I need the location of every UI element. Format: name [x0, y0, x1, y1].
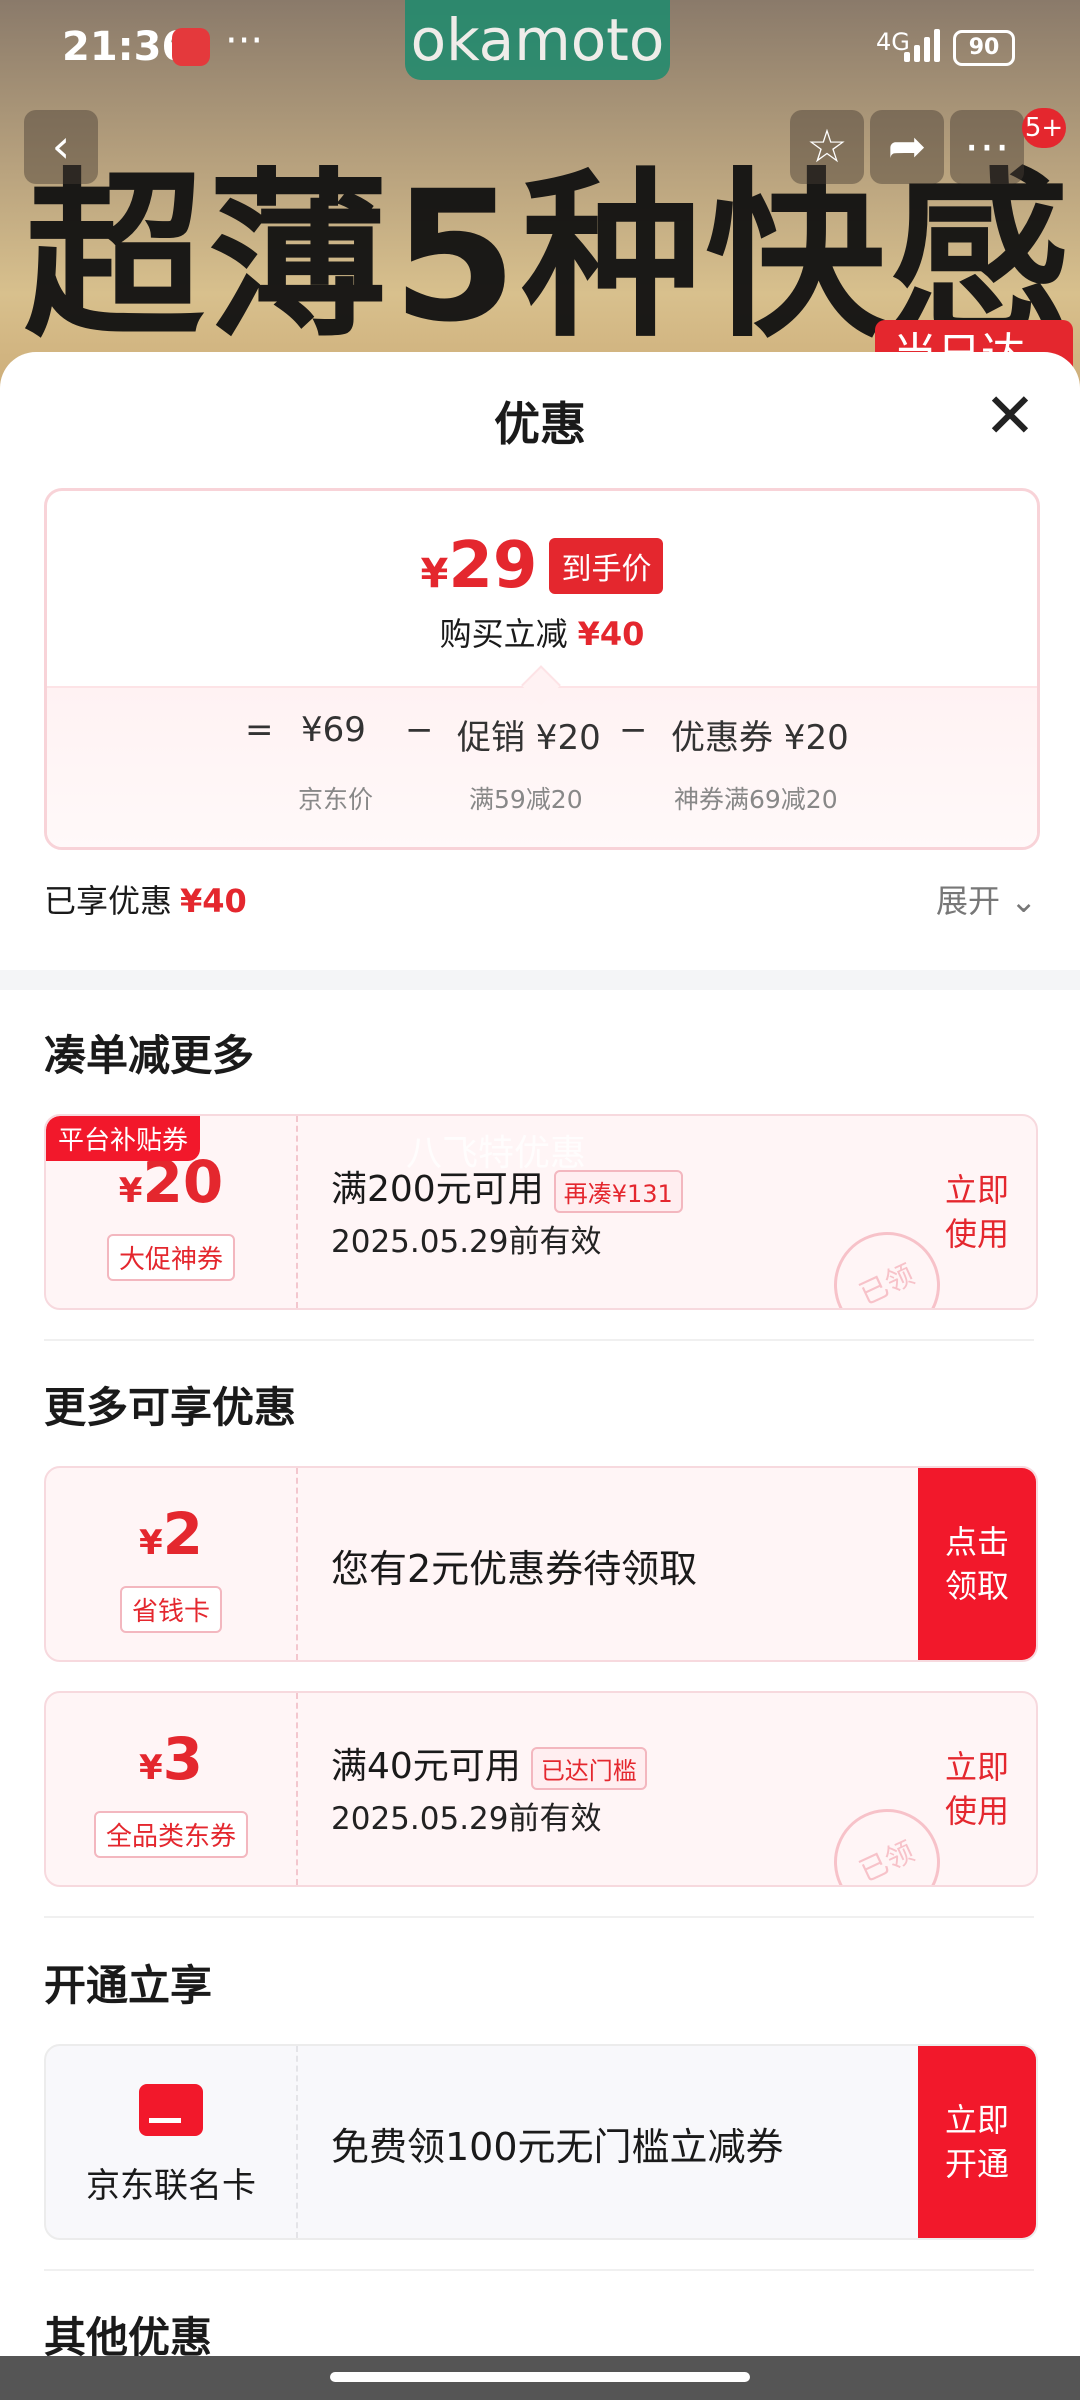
coupon-description: 您有2元优惠券待领取	[331, 1547, 698, 1591]
jd-card-label: 京东联名卡	[86, 2166, 256, 2206]
final-price-tag: 到手价	[549, 538, 664, 594]
jd-card-description: 免费领100元无门槛立减券	[331, 2125, 784, 2169]
coupon-amount: 3	[162, 1725, 204, 1793]
enjoyed-discount: 已享优惠 ¥40	[44, 882, 247, 920]
instant-reduce-amount: ¥40	[577, 615, 645, 653]
back-icon[interactable]: ‹	[24, 110, 98, 184]
home-indicator[interactable]	[330, 2372, 750, 2382]
gesture-bar	[0, 2356, 1080, 2400]
favorite-icon[interactable]: ☆	[790, 110, 864, 184]
coupon-discount: 优惠券 ¥20	[671, 718, 849, 758]
status-time: 21:36	[62, 24, 190, 70]
final-price: ¥29 到手价	[47, 529, 1037, 603]
price-breakdown-card: ¥29 到手价 购买立减 ¥40 = ¥69 京东价 − 促销 ¥20 满59减20…	[44, 488, 1040, 850]
expand-button[interactable]: 展开 ⌄	[936, 876, 1037, 922]
open-now-button[interactable]: 立即 开通	[918, 2046, 1036, 2238]
separator	[44, 1916, 1034, 1918]
jd-co-brand-card[interactable]: 京东联名卡 免费领100元无门槛立减券 立即 开通	[44, 2044, 1038, 2240]
coupon-chip: 再凑¥131	[553, 1169, 683, 1213]
use-now-button[interactable]: 立即 使用	[918, 1693, 1036, 1885]
battery-icon: 90	[953, 30, 1015, 66]
coupon-condition: 满200元可用 再凑¥131	[331, 1160, 683, 1213]
chevron-down-icon: ⌄	[1000, 882, 1037, 920]
promo-discount: 促销 ¥20	[457, 718, 601, 758]
status-bar: 21:36 ··· 4G 90	[0, 0, 1080, 96]
coupon-amount: 2	[162, 1500, 204, 1568]
signal-icon	[904, 28, 942, 62]
promo-label: 满59减20	[469, 785, 583, 814]
cart-count-badge: 5+	[1022, 108, 1066, 148]
more-icon[interactable]: ⋯	[950, 110, 1024, 184]
coupon-validity: 2025.05.29前有效	[331, 1224, 602, 1260]
coupon-card-saving-card[interactable]: ¥2 省钱卡 您有2元优惠券待领取 点击 领取	[44, 1466, 1038, 1662]
minus-sign: −	[405, 710, 434, 750]
share-icon[interactable]: ➦	[870, 110, 944, 184]
separator	[44, 2269, 1034, 2271]
coupon-card-all-category[interactable]: ¥3 全品类东券 满40元可用 已达门槛 2025.05.29前有效 已领 立即使…	[44, 1691, 1038, 1887]
jd-price-label: 京东价	[298, 785, 374, 814]
section-divider	[0, 970, 1080, 990]
sheet-title: 优惠	[494, 397, 586, 451]
more-notifications-icon: ···	[225, 18, 264, 64]
coupon-type-label: 全品类东券	[93, 1811, 249, 1858]
jd-price: ¥69	[301, 710, 366, 750]
coupon-label: 神券满69减20	[674, 785, 838, 814]
minus-sign: −	[619, 710, 648, 750]
coupon-validity: 2025.05.29前有效	[331, 1801, 602, 1837]
section-title-open-enjoy: 开通立享	[44, 1961, 213, 2010]
enjoyed-amount: ¥40	[180, 882, 247, 920]
app-notification-icon	[172, 28, 210, 66]
coupon-chip: 已达门槛	[530, 1746, 647, 1790]
section-title-more-offers: 更多可享优惠	[44, 1383, 297, 1432]
coupon-card-platform[interactable]: ¥20 大促神券 平台补贴券 八飞特优惠 满200元可用 再凑¥131 2025.…	[44, 1114, 1038, 1310]
use-now-button[interactable]: 立即 使用	[918, 1116, 1036, 1308]
instant-reduce: 购买立减 ¥40	[439, 615, 645, 653]
offers-sheet: 优惠 ✕ ¥29 到手价 购买立减 ¥40 = ¥69 京东价 − 促销 ¥20 满…	[0, 352, 1080, 2400]
final-price-amount: 29	[448, 529, 538, 603]
coupon-type-label: 省钱卡	[119, 1586, 223, 1633]
close-icon[interactable]: ✕	[980, 385, 1040, 448]
section-title-more-reduce: 凑单减更多	[44, 1031, 255, 1080]
separator	[44, 1339, 1034, 1341]
coupon-condition: 满40元可用 已达门槛	[331, 1737, 647, 1790]
coupon-type-label: 大促神券	[106, 1234, 236, 1281]
coupon-ribbon: 平台补贴券	[46, 1116, 201, 1161]
claim-button[interactable]: 点击 领取	[918, 1468, 1036, 1660]
equals-sign: =	[245, 710, 274, 750]
credit-card-icon	[139, 2084, 203, 2136]
